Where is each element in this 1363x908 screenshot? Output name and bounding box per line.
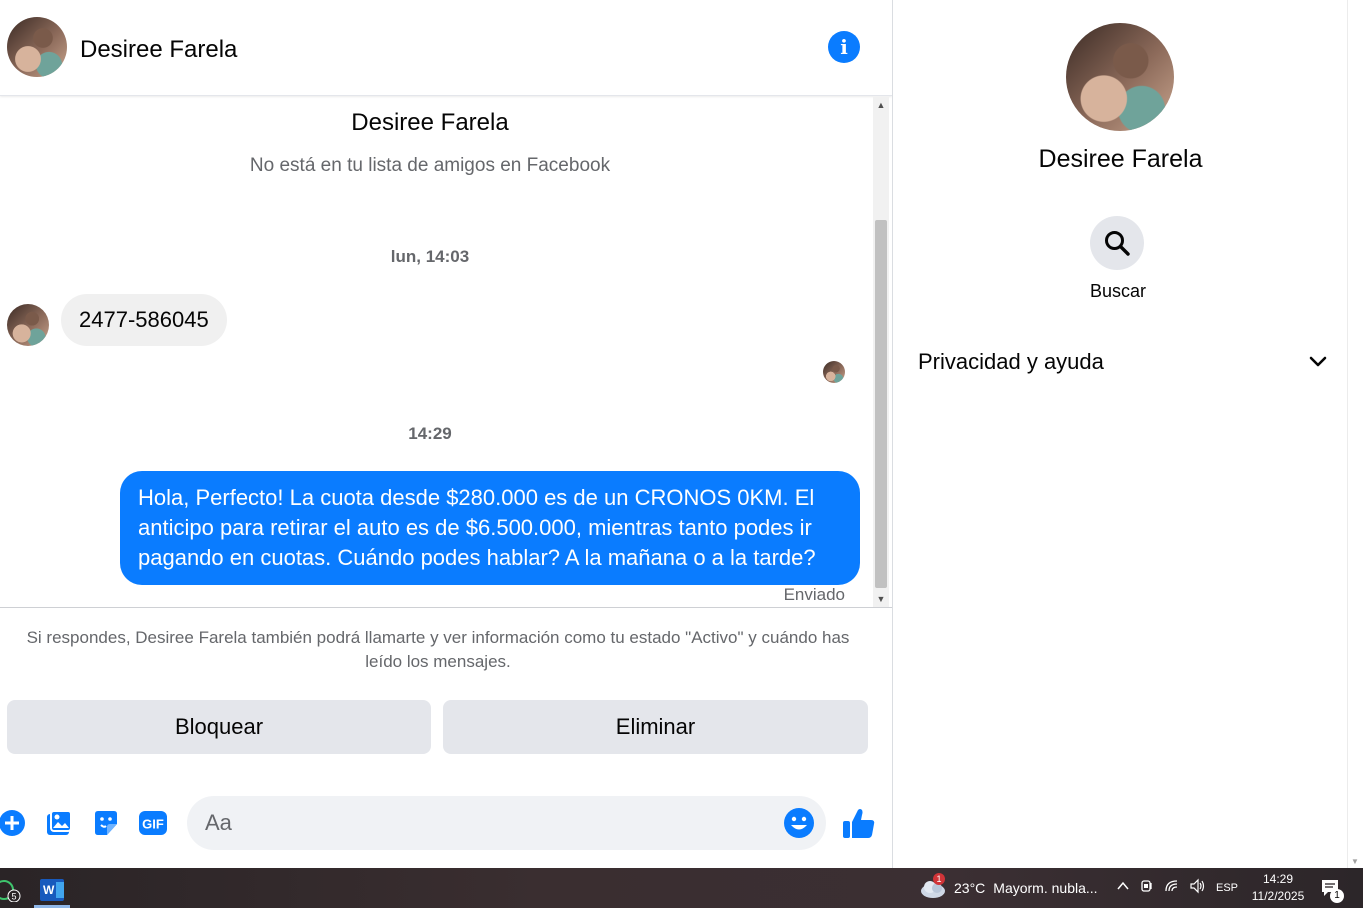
app-badge-icon[interactable]: 5 [0,874,24,903]
message-thread[interactable]: Desiree Farela No está en tu lista de am… [0,97,872,607]
gif-icon[interactable]: GIF [137,807,169,839]
intro-subtitle: No está en tu lista de amigos en Faceboo… [249,155,611,176]
composer: GIF [0,790,892,856]
system-tray: ESP [1116,878,1238,897]
scroll-down-arrow-icon[interactable]: ▼ [1351,857,1359,866]
clock[interactable]: 14:29 11/2/2025 [1246,871,1310,905]
windows-taskbar: 5 W 1 23°C Mayorm. nubla... ESP 14:29 11… [0,868,1363,908]
chat-pane: Desiree Farela i Desiree Farela No está … [0,0,892,868]
chat-header: Desiree Farela i [0,0,892,96]
chevron-down-icon [1309,356,1327,367]
search-icon [1105,231,1130,256]
sender-avatar[interactable] [7,304,49,346]
notification-count: 1 [1330,889,1344,903]
sticker-icon[interactable] [90,807,122,839]
privacy-help-section[interactable]: Privacidad y ayuda [918,346,1328,378]
contact-avatar[interactable] [7,17,67,77]
message-timestamp: lun, 14:03 [390,247,470,266]
message-status: Enviado [783,585,845,604]
volume-icon[interactable] [1189,878,1207,897]
outgoing-message[interactable]: Hola, Perfecto! La cuota desde $280.000 … [120,471,860,585]
thumbs-up-icon[interactable] [841,806,877,842]
gif-label: GIF [142,817,164,832]
language-indicator[interactable]: ESP [1216,882,1238,894]
contact-name-header[interactable]: Desiree Farela [80,36,237,64]
cloud-icon: 1 [920,873,946,899]
message-timestamp: 14:29 [408,424,452,443]
message-input[interactable] [205,796,775,850]
profile-avatar[interactable] [1066,23,1174,131]
messenger-window: Desiree Farela i Desiree Farela No está … [0,0,1363,908]
search-button[interactable] [1090,216,1144,270]
privacy-help-label: Privacidad y ayuda [918,349,1104,374]
weather-alert-badge: 1 [933,873,945,885]
scroll-down-arrow-icon[interactable]: ▼ [873,591,889,607]
info-icon[interactable]: i [828,31,860,63]
photo-icon[interactable] [43,807,75,839]
word-taskbar-icon[interactable]: W [34,874,70,908]
read-receipt-avatar [823,361,845,383]
delete-button[interactable]: Eliminar [443,700,868,754]
thread-scrollbar[interactable]: ▲ ▼ [873,97,889,607]
meet-icon[interactable] [1139,878,1155,897]
clock-date: 11/2/2025 [1251,889,1305,903]
block-button[interactable]: Bloquear [7,700,431,754]
message-input-wrapper[interactable] [187,796,826,850]
emoji-icon[interactable] [783,807,815,839]
privacy-notice: Si respondes, Desiree Farela también pod… [26,628,850,671]
scroll-up-arrow-icon[interactable]: ▲ [873,97,889,113]
wifi-icon[interactable] [1164,878,1180,897]
scroll-thumb[interactable] [875,220,887,588]
plus-icon[interactable] [0,807,28,839]
weather-widget[interactable]: 1 23°C Mayorm. nubla... [920,873,1098,900]
page-scrollbar[interactable]: ▼ [1347,0,1363,868]
incoming-message[interactable]: 2477-586045 [61,294,227,346]
search-label: Buscar [1089,281,1147,301]
clock-time: 14:29 [1262,872,1294,886]
app-badge-count: 5 [11,892,16,902]
weather-temp: 23°C [954,880,986,896]
weather-desc: Mayorm. nubla... [993,880,1098,896]
chevron-up-icon[interactable] [1116,879,1130,896]
divider [0,607,892,608]
conversation-info-panel: Desiree Farela Buscar Privacidad y ayuda [892,0,1347,868]
intro-contact-name: Desiree Farela [351,109,509,136]
profile-name[interactable]: Desiree Farela [893,145,1348,174]
